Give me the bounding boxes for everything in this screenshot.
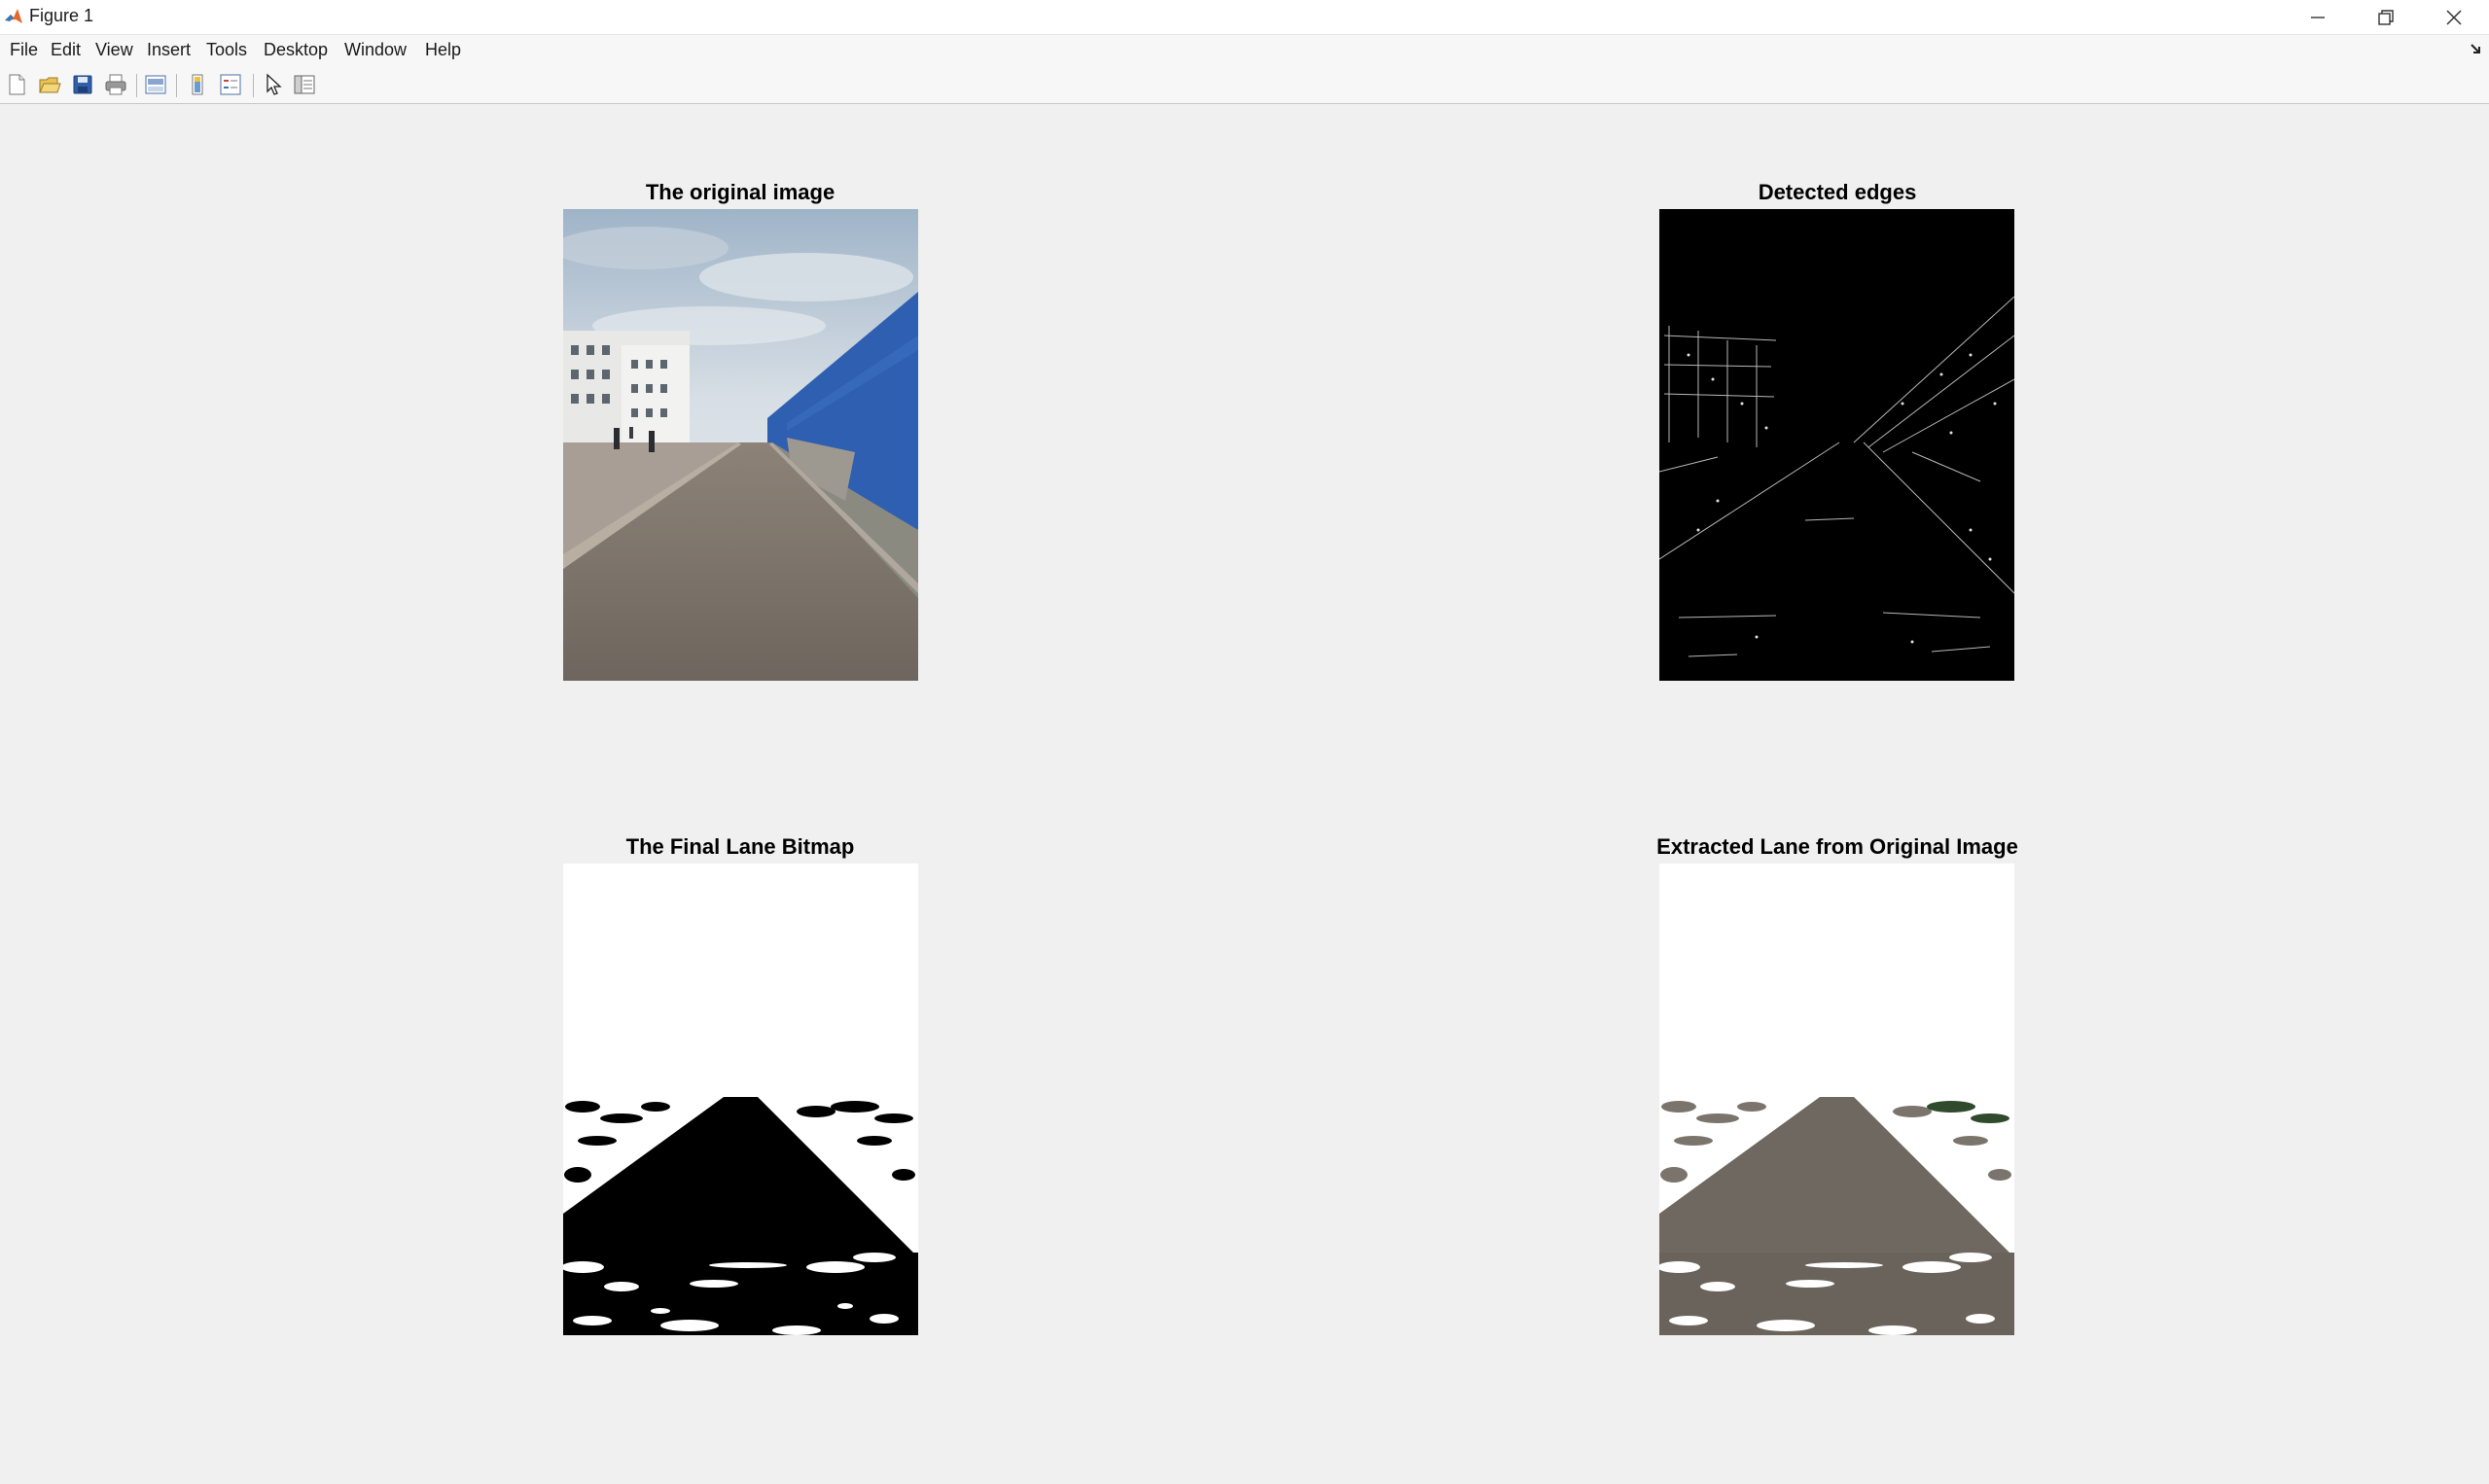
subplot-title-bitmap: The Final Lane Bitmap bbox=[625, 834, 855, 859]
print-icon[interactable] bbox=[103, 72, 128, 97]
edges-image bbox=[1659, 209, 2014, 681]
toolbar-separator bbox=[253, 74, 254, 97]
menu-insert[interactable]: Insert bbox=[145, 40, 193, 60]
property-editor-icon[interactable] bbox=[292, 72, 317, 97]
colorbar-icon[interactable] bbox=[185, 72, 210, 97]
close-button[interactable] bbox=[2420, 0, 2488, 34]
dock-figure-icon[interactable] bbox=[2469, 41, 2484, 56]
subplot-title-edges: Detected edges bbox=[1758, 180, 1917, 204]
menu-bar: File Edit View Insert Tools Desktop Wind… bbox=[0, 35, 2489, 66]
menu-tools[interactable]: Tools bbox=[204, 40, 249, 60]
original-image bbox=[563, 209, 918, 681]
lane-bitmap-image bbox=[563, 864, 918, 1335]
menu-view[interactable]: View bbox=[93, 40, 135, 60]
menu-file[interactable]: File bbox=[8, 40, 40, 60]
menu-window[interactable]: Window bbox=[342, 40, 409, 60]
menu-edit[interactable]: Edit bbox=[49, 40, 83, 60]
minimize-icon bbox=[2311, 17, 2325, 18]
window-titlebar: Figure 1 bbox=[0, 0, 2489, 35]
close-icon bbox=[2446, 10, 2462, 25]
print-preview-icon[interactable] bbox=[143, 72, 168, 97]
extracted-lane-image bbox=[1659, 864, 2014, 1335]
subplot-title-extracted: Extracted Lane from Original Image bbox=[1656, 834, 2018, 859]
save-icon[interactable] bbox=[70, 72, 95, 97]
legend-icon[interactable] bbox=[218, 72, 243, 97]
matlab-logo-icon bbox=[5, 9, 22, 23]
restore-button[interactable] bbox=[2352, 0, 2420, 34]
minimize-button[interactable] bbox=[2284, 0, 2352, 34]
figure-toolbar bbox=[0, 66, 2489, 104]
new-figure-icon[interactable] bbox=[4, 72, 29, 97]
open-file-icon[interactable] bbox=[37, 72, 62, 97]
window-title: Figure 1 bbox=[29, 6, 94, 25]
menu-desktop[interactable]: Desktop bbox=[262, 40, 330, 60]
restore-icon bbox=[2378, 10, 2394, 25]
menu-help[interactable]: Help bbox=[423, 40, 463, 60]
select-pointer-icon[interactable] bbox=[261, 72, 286, 97]
toolbar-separator bbox=[136, 74, 137, 97]
subplot-title-original: The original image bbox=[645, 180, 836, 204]
toolbar-separator bbox=[176, 74, 177, 97]
